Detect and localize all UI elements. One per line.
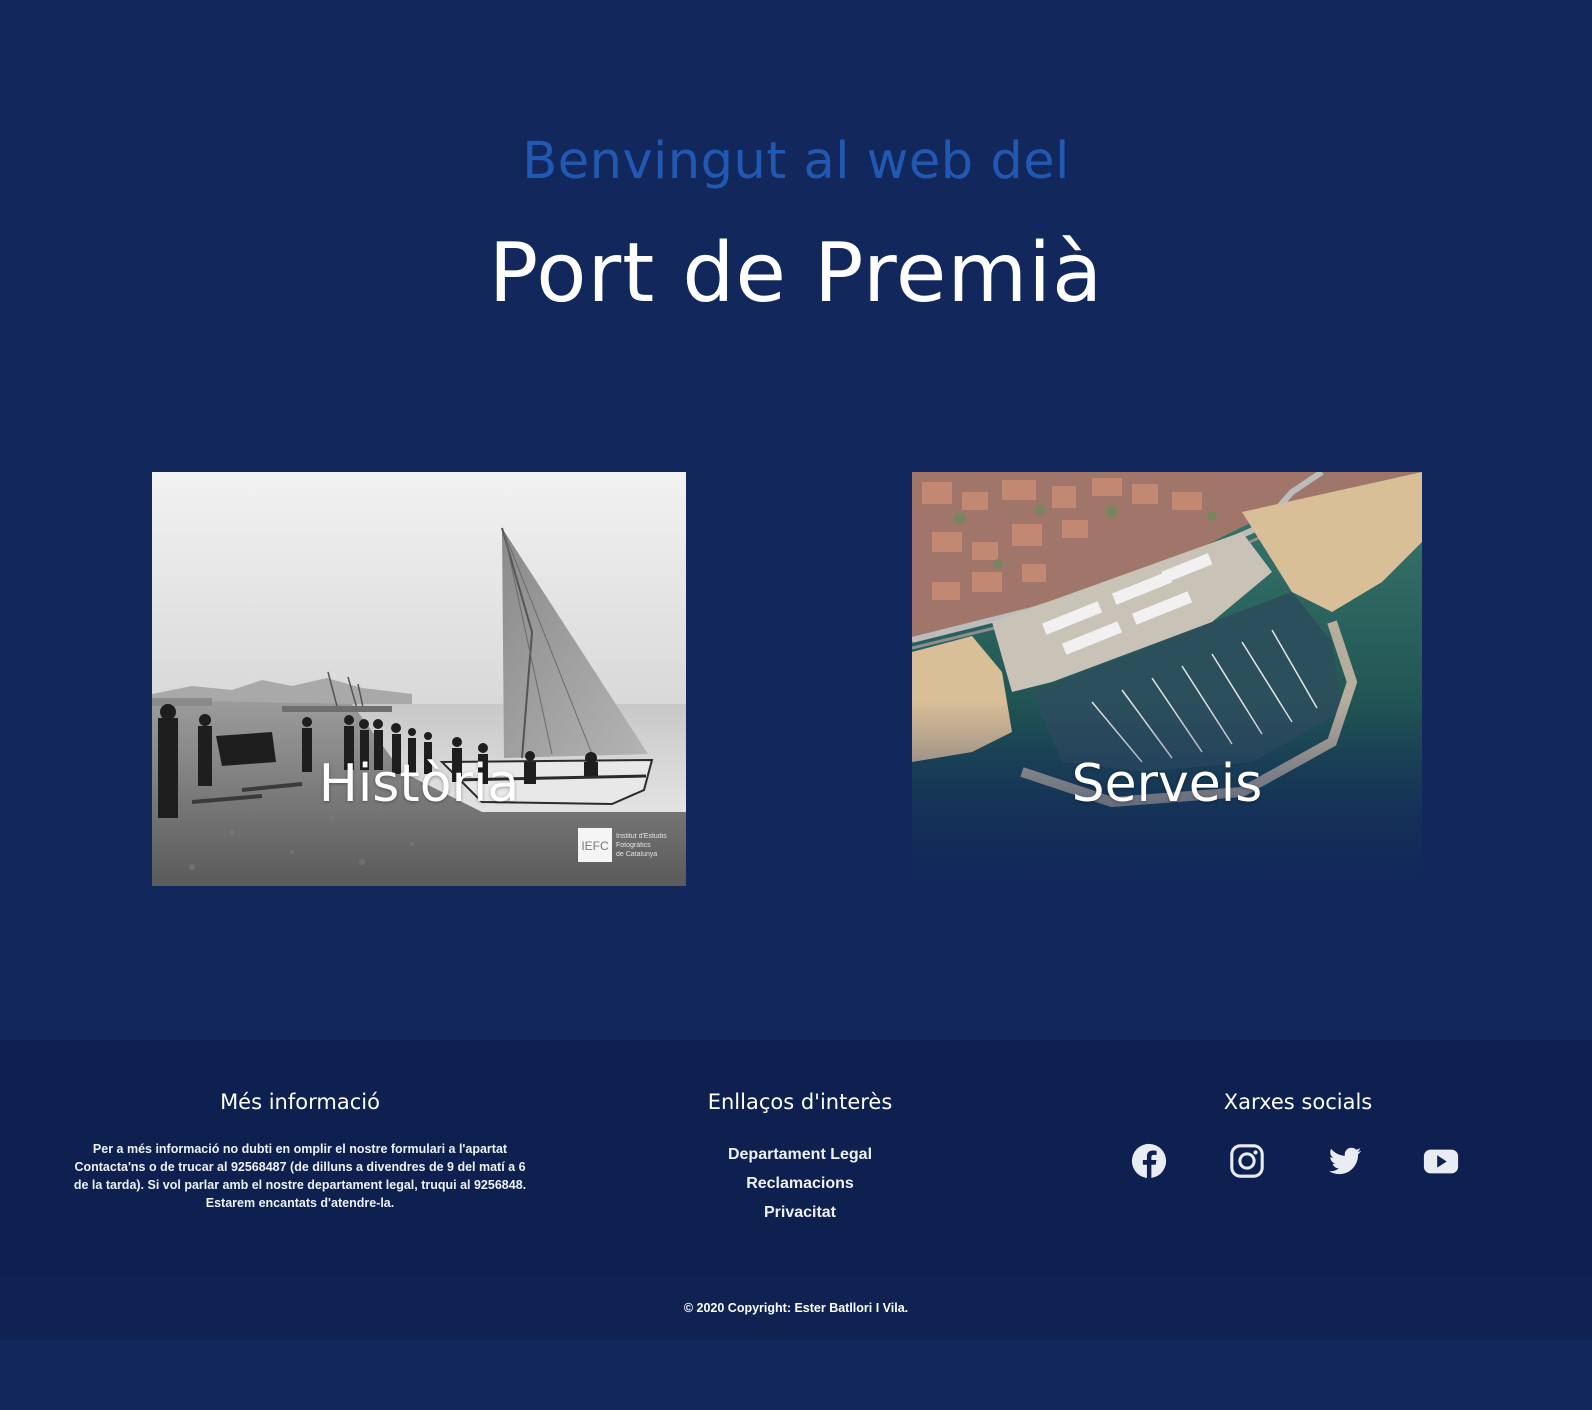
iefc-watermark-line-2: Fotogràfics <box>616 842 651 849</box>
youtube-icon[interactable] <box>1422 1142 1460 1180</box>
bottom-band <box>0 1340 1592 1410</box>
twitter-icon[interactable] <box>1326 1142 1364 1180</box>
footer-links-column: Enllaços d'interès Departament Legal Rec… <box>600 1090 1000 1227</box>
info-text: Per a més informació no dubti en omplir … <box>73 1142 527 1210</box>
links-heading: Enllaços d'interès <box>707 1090 893 1114</box>
info-heading: Més informació <box>220 1090 380 1114</box>
copyright-text: © 2020 Copyright: Ester Batllori I Vila. <box>683 1301 909 1315</box>
list-item: Departament Legal <box>600 1140 1000 1169</box>
link-privacitat[interactable]: Privacitat <box>764 1204 836 1221</box>
serveis-label[interactable]: Serveis <box>912 754 1422 814</box>
iefc-watermark: IEFC <box>581 839 609 853</box>
link-reclamacions[interactable]: Reclamacions <box>746 1175 854 1192</box>
instagram-icon[interactable] <box>1228 1142 1266 1180</box>
hero-kicker: Benvingut al web del <box>522 132 1070 191</box>
link-departament-legal[interactable]: Departament Legal <box>728 1146 872 1163</box>
historia-card[interactable]: IEFC Institut d'Estudis Fotogràfics de C… <box>152 472 686 886</box>
serveis-card[interactable]: Serveis <box>912 472 1422 886</box>
social-icons-row <box>1130 1142 1470 1182</box>
social-heading: Xarxes socials <box>1223 1090 1373 1114</box>
historia-label[interactable]: Història <box>152 754 686 814</box>
links-list: Departament Legal Reclamacions Privacita… <box>600 1140 1000 1227</box>
list-item: Privacitat <box>600 1198 1000 1227</box>
footer-social-column: Xarxes socials <box>1070 1090 1526 1114</box>
serveis-aerial-photo <box>912 472 1422 886</box>
hero-section: Benvingut al web del Port de Premià IEFC… <box>0 0 1592 1040</box>
list-item: Reclamacions <box>600 1169 1000 1198</box>
facebook-icon[interactable] <box>1130 1142 1168 1180</box>
page-title: Port de Premià <box>488 226 1104 321</box>
iefc-watermark-line-1: Institut d'Estudis <box>616 833 667 840</box>
iefc-watermark-line-3: de Catalunya <box>616 851 657 858</box>
historia-photo: IEFC Institut d'Estudis Fotogràfics de C… <box>152 472 686 886</box>
footer-info-column: Més informació Per a més informació no d… <box>70 1090 530 1212</box>
